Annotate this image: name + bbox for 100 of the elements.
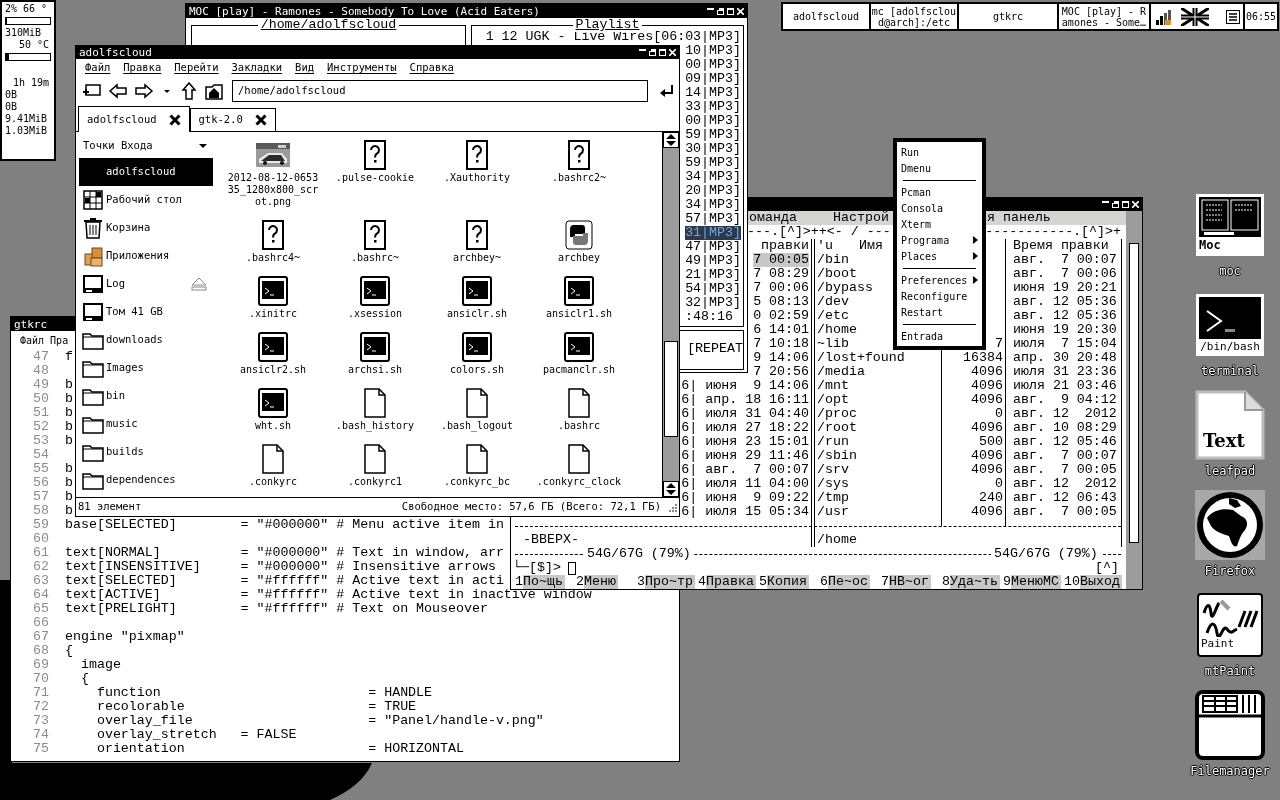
- playlist-row[interactable]: 31|MP3]: [685, 226, 741, 240]
- file-item[interactable]: wht.sh: [222, 388, 324, 444]
- icon-label[interactable]: Filemanager: [1190, 764, 1270, 778]
- playlist-row[interactable]: 49|MP3]: [685, 254, 741, 268]
- icon-label[interactable]: moc: [1219, 264, 1241, 278]
- icon-label[interactable]: Firefox: [1204, 564, 1256, 578]
- file-item[interactable]: .conkyrc_clock: [528, 444, 630, 497]
- file-item[interactable]: colors.sh: [426, 332, 528, 388]
- menu-item[interactable]: Preferences: [899, 272, 980, 288]
- icon-label[interactable]: leafpad: [1204, 464, 1256, 478]
- file-item[interactable]: .xsession: [324, 276, 426, 332]
- file-item[interactable]: .conkyrc_bc: [426, 444, 528, 497]
- resize-grip-icon[interactable]: [667, 502, 677, 512]
- back-icon[interactable]: [108, 82, 128, 100]
- maximize-icon[interactable]: [1122, 201, 1129, 208]
- file-item[interactable]: .bashrc4~: [222, 220, 324, 276]
- menu-item[interactable]: Pcman: [899, 184, 980, 200]
- up-icon[interactable]: [180, 81, 198, 101]
- enter-icon[interactable]: [658, 82, 676, 100]
- playlist-row[interactable]: 21|MP3]: [685, 268, 741, 282]
- file-item[interactable]: .xinitrc: [222, 276, 324, 332]
- task-button[interactable]: adolfscloud: [783, 4, 869, 29]
- menu-item[interactable]: Programa: [899, 232, 980, 248]
- menu-item[interactable]: Справка: [409, 60, 454, 76]
- restore-icon[interactable]: [649, 49, 656, 56]
- icon-label[interactable]: terminal: [1201, 364, 1259, 378]
- file-item[interactable]: .bash_logout: [426, 388, 528, 444]
- eject-icon[interactable]: [191, 277, 207, 291]
- maximize-icon[interactable]: [727, 7, 734, 15]
- address-field[interactable]: /home/adolfscloud: [232, 80, 648, 102]
- menu-item[interactable]: Restart: [899, 304, 980, 320]
- task-button[interactable]: gtkrc: [959, 4, 1057, 29]
- playlist-row[interactable]: 30|MP3]: [685, 142, 741, 156]
- playlist-row[interactable]: 14|MP3]: [685, 86, 741, 100]
- playlist-row[interactable]: 10|MP3]: [685, 44, 741, 58]
- signal-icon[interactable]: [1154, 7, 1174, 26]
- sidebar-item[interactable]: adolfscloud: [79, 158, 213, 186]
- playlist-row[interactable]: 20|MP3]: [685, 184, 741, 198]
- file-item[interactable]: archbey~: [426, 220, 528, 276]
- menu-item[interactable]: Вид: [295, 60, 315, 76]
- task-button[interactable]: mc [adolfscloud@arch]:/etc: [871, 4, 957, 29]
- restore-icon[interactable]: [1112, 201, 1119, 208]
- file-item[interactable]: 2012-08-12-065335_1280x800_scrot.png: [222, 140, 324, 220]
- scrollbar-thumb[interactable]: [664, 341, 678, 437]
- menu-item[interactable]: Настрой: [833, 211, 889, 225]
- menu-item[interactable]: оманда: [749, 211, 797, 225]
- file-item[interactable]: ansiclr.sh: [426, 276, 528, 332]
- home-icon[interactable]: [204, 81, 224, 101]
- tab[interactable]: gtk-2.0: [189, 108, 276, 131]
- file-item[interactable]: archbey: [528, 220, 630, 276]
- file-item[interactable]: ansiclr2.sh: [222, 332, 324, 388]
- globe-icon[interactable]: [1195, 490, 1265, 560]
- menu-item[interactable]: Пра: [50, 333, 69, 348]
- file-item[interactable]: .bashrc: [528, 388, 630, 444]
- tab[interactable]: adolfscloud: [78, 106, 190, 132]
- app-tile[interactable]: /bin/bash: [1196, 294, 1264, 356]
- file-item[interactable]: .bash_history: [324, 388, 426, 444]
- playlist-row[interactable]: 34|MP3]: [685, 198, 741, 212]
- forward-icon[interactable]: [134, 82, 154, 100]
- file-item[interactable]: pacmanclr.sh: [528, 332, 630, 388]
- playlist-row[interactable]: 00|MP3]: [685, 114, 741, 128]
- places-dropdown[interactable]: Точки Входа: [79, 136, 213, 156]
- menu-item[interactable]: Перейти: [174, 60, 219, 76]
- playlist-row[interactable]: 54|MP3]: [685, 282, 741, 296]
- task-button[interactable]: MOC [play] - Ramones - Some…: [1059, 4, 1149, 29]
- scroll-arrows-icon[interactable]: [663, 132, 679, 148]
- file-item[interactable]: .pulse-cookie: [324, 140, 426, 220]
- scroll-arrows-icon[interactable]: [663, 481, 679, 497]
- menu-item[interactable]: Файл: [20, 333, 45, 348]
- playlist-row[interactable]: 59|MP3]: [685, 128, 741, 142]
- scrollbar[interactable]: [1126, 211, 1142, 589]
- app-tile[interactable]: Paint: [1197, 593, 1263, 657]
- file-item[interactable]: .Xauthority: [426, 140, 528, 220]
- playlist-row[interactable]: 34|MP3]: [685, 170, 741, 184]
- menu-item[interactable]: Инструменты: [327, 60, 397, 76]
- playlist-row[interactable]: 59|MP3]: [685, 156, 741, 170]
- app-tile[interactable]: Moc: [1196, 194, 1264, 256]
- menu-item[interactable]: Consola: [899, 200, 980, 216]
- menu-item[interactable]: Правка: [123, 60, 162, 76]
- page-icon[interactable]: [1195, 390, 1265, 460]
- playlist-row[interactable]: 00|MP3]: [685, 58, 741, 72]
- restore-icon[interactable]: [717, 7, 724, 15]
- menu-item[interactable]: Xterm: [899, 216, 980, 232]
- file-item[interactable]: .bashrc~: [324, 220, 426, 276]
- close-icon[interactable]: [168, 113, 181, 126]
- flag-icon[interactable]: [1181, 7, 1209, 26]
- playlist-row[interactable]: 32|MP3]: [685, 296, 741, 310]
- maximize-icon[interactable]: [659, 49, 666, 56]
- menu-item[interactable]: Закладки: [231, 60, 283, 76]
- playlist-row[interactable]: 57|MP3]: [685, 212, 741, 226]
- menu-item[interactable]: Файл: [85, 60, 111, 76]
- playlist-row[interactable]: 33|MP3]: [685, 100, 741, 114]
- close-icon[interactable]: [254, 114, 267, 126]
- menu-item[interactable]: Entrada: [899, 328, 980, 344]
- playlist-row[interactable]: 09|MP3]: [685, 72, 741, 86]
- file-item[interactable]: .bashrc2~: [528, 140, 630, 220]
- menu-item[interactable]: Reconfigure: [899, 288, 980, 304]
- scrollbar-thumb[interactable]: [1129, 243, 1139, 543]
- menu-item[interactable]: я панель: [987, 211, 1051, 225]
- menu-item[interactable]: Run: [899, 144, 980, 160]
